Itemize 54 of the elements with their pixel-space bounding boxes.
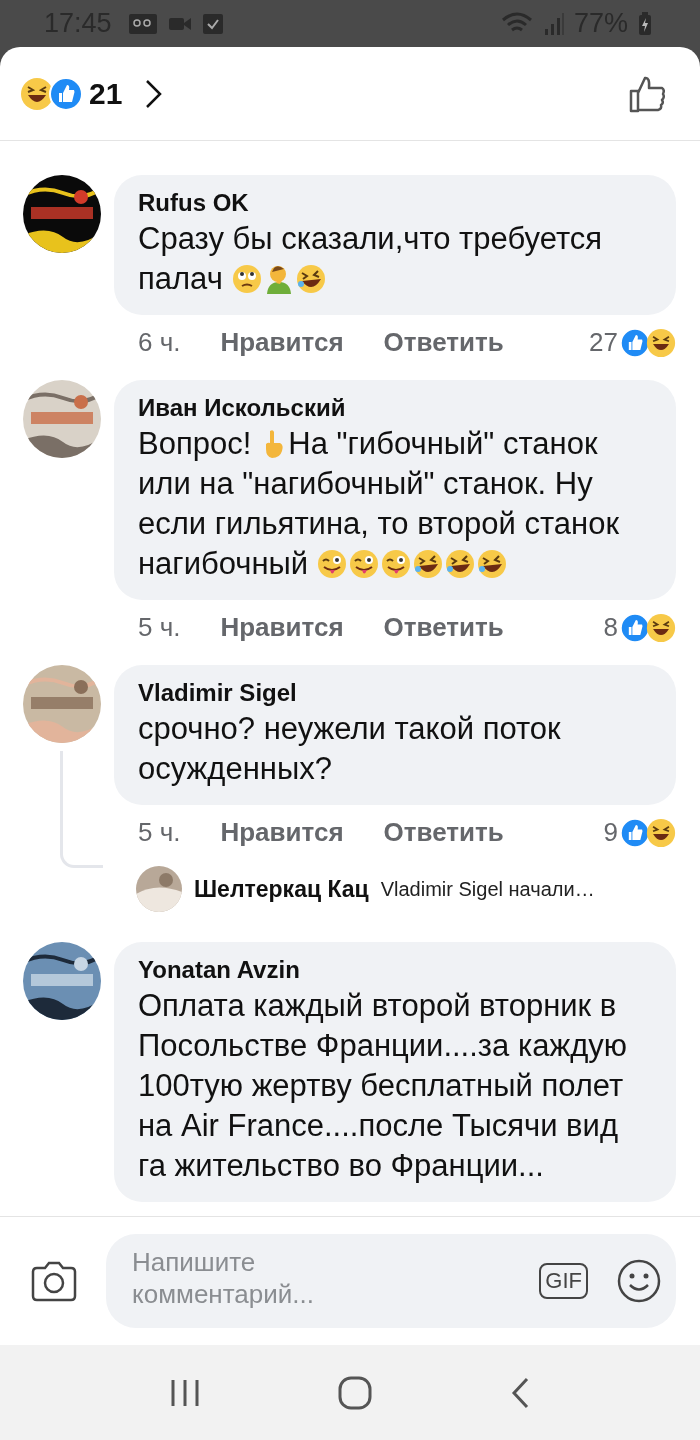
reaction-count[interactable]: 8 (603, 612, 618, 643)
winking-face-icon (349, 549, 380, 579)
like-reaction-icon (49, 76, 83, 111)
reply-link[interactable]: Ответить (383, 327, 504, 358)
reply-link[interactable]: Ответить (383, 817, 504, 848)
laugh-reaction-icon (646, 612, 676, 643)
chevron-right-icon[interactable] (144, 78, 163, 109)
winking-face-icon (317, 549, 348, 579)
laughing-face-icon (445, 549, 476, 579)
laugh-reaction-icon (646, 327, 676, 358)
battery-icon (638, 11, 652, 36)
comment-field[interactable]: Напишите комментарий... GIF (106, 1234, 676, 1328)
winking-face-icon (381, 549, 412, 579)
like-reaction-icon (620, 327, 650, 358)
laughing-face-icon (477, 549, 508, 579)
reaction-count[interactable]: 21 (89, 76, 123, 111)
reaction-count[interactable]: 27 (589, 327, 618, 358)
laughing-face-icon (413, 549, 444, 579)
comment-text: или на "нагибочный" станок. Ну (138, 465, 593, 503)
comment-text: Вопрос! (138, 425, 252, 463)
like-link[interactable]: Нравится (220, 612, 344, 643)
reaction-count[interactable]: 9 (603, 817, 618, 848)
comment-text: палач (138, 260, 223, 298)
like-reaction-icon (620, 612, 650, 643)
comment-text: срочно? неужели такой поток осужденных? (138, 711, 561, 786)
reply-author[interactable]: Шелтеркац Кац (194, 875, 369, 903)
gif-button[interactable]: GIF (539, 1263, 588, 1299)
comment-author[interactable]: Иван Искольский (138, 394, 652, 422)
camera-icon[interactable] (30, 1260, 78, 1302)
signal-icon (543, 11, 564, 36)
laugh-reaction-icon (646, 817, 676, 848)
home-icon[interactable] (338, 1375, 372, 1410)
laughing-face-icon (295, 264, 326, 294)
laugh-reaction-icon (20, 76, 54, 111)
comment-author[interactable]: Yonatan Avzin (138, 956, 652, 984)
comment-text: Сразу бы сказали,что требуется (138, 220, 603, 258)
reply-preview-text[interactable]: Vladimir Sigel начали… (380, 877, 595, 901)
like-reaction-icon (620, 817, 650, 848)
comment-text: Оплата каждый второй вторник в Посольстве Франции....за каждую 100тую жертву бесплатный полет на Air France....после Тысячи вид га жительство во Франции... (138, 988, 627, 1183)
like-link[interactable]: Нравится (220, 327, 344, 358)
comment-author[interactable]: Rufus OK (138, 189, 652, 217)
comment-text: если гильятина, то второй станок (138, 505, 619, 543)
reply-link[interactable]: Ответить (383, 612, 504, 643)
comment-time: 5 ч. (138, 612, 181, 643)
checkbox-icon (201, 12, 224, 35)
comment-time: 6 ч. (138, 327, 181, 358)
comment-text: нагибочный (138, 545, 309, 583)
comment-author[interactable]: Vladimir Sigel (138, 679, 652, 707)
comment-time: 5 ч. (138, 817, 181, 848)
like-link[interactable]: Нравится (220, 817, 344, 848)
eye-roll-face-icon (231, 264, 262, 294)
voicemail-icon (127, 12, 158, 35)
smiley-icon[interactable] (616, 1258, 662, 1304)
comment-text: На "гибочный" станок (288, 425, 598, 463)
